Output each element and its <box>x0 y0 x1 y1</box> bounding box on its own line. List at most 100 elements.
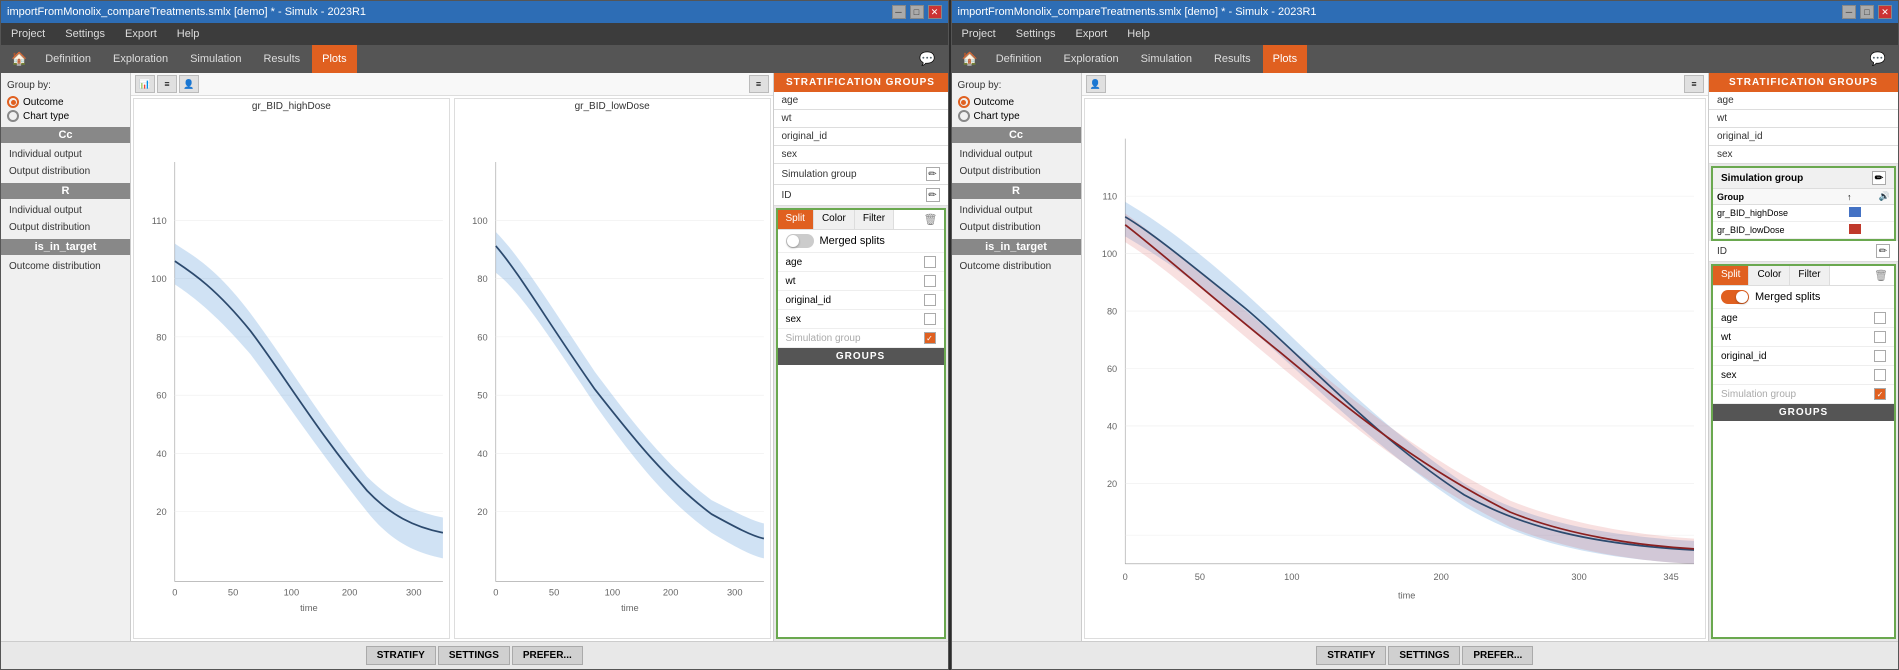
tab-results-left[interactable]: Results <box>253 45 310 73</box>
strat-simgroup-left[interactable]: Simulation group ✏ <box>774 164 948 185</box>
split-tab-color-right[interactable]: Color <box>1749 266 1790 285</box>
sidebar-cc-individual-right[interactable]: Individual output <box>952 146 1081 163</box>
split-simgroup-checkbox-left[interactable] <box>924 332 936 344</box>
split-row-sex-left[interactable]: sex <box>778 310 944 329</box>
split-age-checkbox-left[interactable] <box>924 256 936 268</box>
split-row-age-left[interactable]: age <box>778 253 944 272</box>
settings-btn-left[interactable]: SETTINGS <box>438 646 510 665</box>
tab-results-right[interactable]: Results <box>1204 45 1261 73</box>
sidebar-r-individual-right[interactable]: Individual output <box>952 202 1081 219</box>
split-originalid-checkbox-left[interactable] <box>924 294 936 306</box>
split-tab-split-left[interactable]: Split <box>778 210 814 229</box>
strat-age-right[interactable]: age <box>1709 92 1898 110</box>
merged-splits-toggle-left[interactable] <box>786 234 814 248</box>
radio-charttype-right[interactable]: Chart type <box>958 110 1075 122</box>
split-row-simgroup-left[interactable]: Simulation group <box>778 329 944 348</box>
toolbar-icon1-left[interactable]: 📊 <box>135 75 155 93</box>
close-btn-right[interactable]: ✕ <box>1878 5 1892 19</box>
maximize-btn-left[interactable]: □ <box>910 5 924 19</box>
minimize-btn-left[interactable]: ─ <box>892 5 906 19</box>
settings-btn-right[interactable]: SETTINGS <box>1388 646 1460 665</box>
split-row-wt-left[interactable]: wt <box>778 272 944 291</box>
tab-plots-right[interactable]: Plots <box>1263 45 1307 73</box>
strat-originalid-right[interactable]: original_id <box>1709 128 1898 146</box>
strat-simgroup-icon-right[interactable]: ✏ <box>1872 171 1886 185</box>
toolbar-menu-left[interactable]: ≡ <box>749 75 769 93</box>
sidebar-istarget-outcome-left[interactable]: Outcome distribution <box>1 258 130 275</box>
chat-icon-right[interactable]: 💬 <box>1862 49 1894 69</box>
split-row-simgroup-right[interactable]: Simulation group <box>1713 385 1894 404</box>
menu-project-right[interactable]: Project <box>958 26 1000 42</box>
split-row-originalid-left[interactable]: original_id <box>778 291 944 310</box>
prefer-btn-right[interactable]: PREFER... <box>1462 646 1533 665</box>
strat-id-icon-right[interactable]: ✏ <box>1876 244 1890 258</box>
toolbar-icon1-right[interactable]: 👤 <box>1086 75 1106 93</box>
menu-help-left[interactable]: Help <box>173 26 204 42</box>
minimize-btn-right[interactable]: ─ <box>1842 5 1856 19</box>
radio-charttype-left[interactable]: Chart type <box>7 110 124 122</box>
strat-sex-left[interactable]: sex <box>774 146 948 164</box>
strat-wt-left[interactable]: wt <box>774 110 948 128</box>
sidebar-r-individual-left[interactable]: Individual output <box>1 202 130 219</box>
strat-simgroup-icon-left[interactable]: ✏ <box>926 167 940 181</box>
strat-age-left[interactable]: age <box>774 92 948 110</box>
split-wt-checkbox-left[interactable] <box>924 275 936 287</box>
split-row-sex-right[interactable]: sex <box>1713 366 1894 385</box>
tab-simulation-left[interactable]: Simulation <box>180 45 251 73</box>
split-wt-checkbox-right[interactable] <box>1874 331 1886 343</box>
split-delete-icon-right[interactable]: 🗑 <box>1868 266 1894 285</box>
tab-exploration-left[interactable]: Exploration <box>103 45 178 73</box>
split-originalid-checkbox-right[interactable] <box>1874 350 1886 362</box>
split-age-checkbox-right[interactable] <box>1874 312 1886 324</box>
maximize-btn-right[interactable]: □ <box>1860 5 1874 19</box>
strat-sex-right[interactable]: sex <box>1709 146 1898 164</box>
sidebar-r-distribution-right[interactable]: Output distribution <box>952 219 1081 236</box>
merged-splits-toggle-right[interactable] <box>1721 290 1749 304</box>
tab-simulation-right[interactable]: Simulation <box>1131 45 1202 73</box>
split-delete-icon-left[interactable]: 🗑 <box>918 210 944 229</box>
radio-outcome-right[interactable]: Outcome <box>958 96 1075 108</box>
strat-id-icon-left[interactable]: ✏ <box>926 188 940 202</box>
menu-settings-left[interactable]: Settings <box>61 26 109 42</box>
tab-definition-left[interactable]: Definition <box>35 45 101 73</box>
strat-id-right[interactable]: ID ✏ <box>1709 241 1898 262</box>
split-row-age-right[interactable]: age <box>1713 309 1894 328</box>
radio-outcome-left[interactable]: Outcome <box>7 96 124 108</box>
sidebar-cc-individual-left[interactable]: Individual output <box>1 146 130 163</box>
home-icon-right[interactable]: 🏠 <box>956 49 984 69</box>
tab-definition-right[interactable]: Definition <box>986 45 1052 73</box>
menu-settings-right[interactable]: Settings <box>1012 26 1060 42</box>
strat-wt-right[interactable]: wt <box>1709 110 1898 128</box>
split-sex-checkbox-left[interactable] <box>924 313 936 325</box>
sidebar-cc-distribution-left[interactable]: Output distribution <box>1 163 130 180</box>
stratify-btn-left[interactable]: STRATIFY <box>366 646 436 665</box>
toolbar-icon2-left[interactable]: ≡ <box>157 75 177 93</box>
sidebar-r-distribution-left[interactable]: Output distribution <box>1 219 130 236</box>
right-panel-right: STRATIFICATION GROUPS age wt original_id… <box>1708 73 1898 641</box>
sidebar-cc-distribution-right[interactable]: Output distribution <box>952 163 1081 180</box>
menu-export-right[interactable]: Export <box>1072 26 1112 42</box>
split-tab-filter-left[interactable]: Filter <box>855 210 894 229</box>
split-simgroup-checkbox-right[interactable] <box>1874 388 1886 400</box>
split-row-wt-right[interactable]: wt <box>1713 328 1894 347</box>
menu-project-left[interactable]: Project <box>7 26 49 42</box>
tab-plots-left[interactable]: Plots <box>312 45 356 73</box>
tab-exploration-right[interactable]: Exploration <box>1054 45 1129 73</box>
chat-icon-left[interactable]: 💬 <box>911 49 943 69</box>
split-row-originalid-right[interactable]: original_id <box>1713 347 1894 366</box>
menu-export-left[interactable]: Export <box>121 26 161 42</box>
toolbar-menu-right[interactable]: ≡ <box>1684 75 1704 93</box>
strat-originalid-left[interactable]: original_id <box>774 128 948 146</box>
strat-id-left[interactable]: ID ✏ <box>774 185 948 206</box>
stratify-btn-right[interactable]: STRATIFY <box>1316 646 1386 665</box>
home-icon-left[interactable]: 🏠 <box>5 49 33 69</box>
split-tab-color-left[interactable]: Color <box>814 210 855 229</box>
prefer-btn-left[interactable]: PREFER... <box>512 646 583 665</box>
split-sex-checkbox-right[interactable] <box>1874 369 1886 381</box>
menu-help-right[interactable]: Help <box>1123 26 1154 42</box>
split-tab-filter-right[interactable]: Filter <box>1790 266 1829 285</box>
split-tab-split-right[interactable]: Split <box>1713 266 1749 285</box>
sidebar-istarget-outcome-right[interactable]: Outcome distribution <box>952 258 1081 275</box>
close-btn-left[interactable]: ✕ <box>928 5 942 19</box>
toolbar-icon3-left[interactable]: 👤 <box>179 75 199 93</box>
